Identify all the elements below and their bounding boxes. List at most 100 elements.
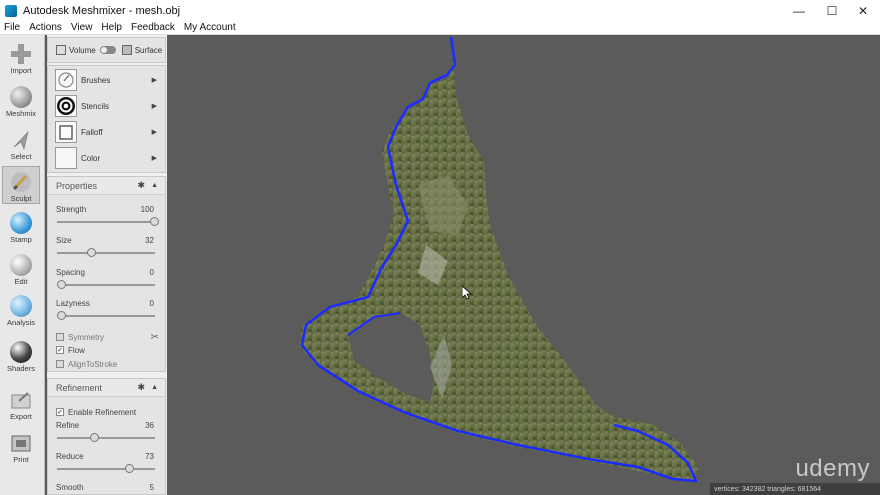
lazyness-slider[interactable]: Lazyness 0 bbox=[48, 299, 165, 329]
symmetry-row[interactable]: Symmetry ✂ bbox=[56, 331, 159, 343]
falloff-row[interactable]: Falloff ▶ bbox=[48, 119, 165, 145]
tool-label: Edit bbox=[14, 277, 28, 286]
flow-row[interactable]: ✓ Flow bbox=[56, 344, 85, 356]
mesh-render[interactable] bbox=[168, 35, 880, 495]
check-label: Flow bbox=[68, 345, 85, 355]
tool-label: Meshmix bbox=[5, 109, 36, 118]
tool-print[interactable]: Print bbox=[2, 428, 40, 466]
chevron-right-icon: ▶ bbox=[151, 155, 157, 162]
tool-import[interactable]: Import bbox=[2, 39, 40, 77]
slider-track[interactable] bbox=[57, 221, 155, 223]
rock-mesh[interactable] bbox=[300, 37, 698, 481]
surface-label: Surface bbox=[134, 45, 163, 55]
slider-value[interactable]: 5 bbox=[150, 483, 154, 492]
volume-surface-toggle[interactable] bbox=[99, 46, 116, 54]
slider-track[interactable] bbox=[57, 284, 155, 286]
tool-shaders[interactable]: Shaders bbox=[2, 337, 40, 375]
enable-refinement-row[interactable]: ✓ Enable Refinement bbox=[56, 406, 136, 418]
slider-value[interactable]: 0 bbox=[150, 299, 154, 308]
title-bar: Autodesk Meshmixer - mesh.obj bbox=[0, 0, 880, 21]
menu-view[interactable]: View bbox=[67, 22, 98, 33]
collapse-caret-icon[interactable]: ▲ bbox=[151, 384, 158, 391]
tool-label: Analysis bbox=[7, 318, 35, 327]
print-icon bbox=[11, 435, 31, 452]
color-swatch-icon bbox=[55, 147, 77, 169]
slider-knob[interactable] bbox=[57, 280, 66, 289]
minimize-window-button[interactable]: — bbox=[782, 0, 816, 21]
tool-stamp[interactable]: Stamp bbox=[2, 208, 40, 246]
color-row[interactable]: Color ▶ bbox=[48, 145, 165, 171]
menu-help[interactable]: Help bbox=[97, 22, 127, 33]
brushes-row[interactable]: Brushes ▶ bbox=[48, 67, 165, 93]
volume-surface-toggle-row: Volume Surface bbox=[47, 37, 166, 63]
slider-label: Spacing bbox=[56, 268, 85, 277]
shaders-sphere-icon bbox=[10, 341, 32, 363]
tool-meshmix[interactable]: Meshmix bbox=[2, 82, 40, 120]
gear-icon[interactable]: ✱ bbox=[138, 382, 146, 393]
properties-section: Properties ✱ ▲ Strength 100 Size 32 Spac… bbox=[47, 176, 166, 372]
collapse-caret-icon[interactable]: ▲ bbox=[151, 182, 158, 189]
tool-sculpt[interactable]: Sculpt bbox=[2, 166, 40, 204]
menu-file[interactable]: File bbox=[0, 22, 25, 33]
properties-title: Properties bbox=[56, 180, 98, 191]
align-to-stroke-checkbox[interactable] bbox=[56, 360, 64, 368]
stencils-row[interactable]: Stencils ▶ bbox=[48, 93, 165, 119]
tool-analysis[interactable]: Analysis bbox=[2, 291, 40, 329]
slider-label: Refine bbox=[56, 421, 80, 430]
align-to-stroke-row[interactable]: AlignToStroke bbox=[56, 358, 117, 370]
stencils-label: Stencils bbox=[81, 101, 110, 111]
slider-track[interactable] bbox=[57, 252, 155, 254]
slider-knob[interactable] bbox=[90, 433, 100, 442]
slider-knob[interactable] bbox=[57, 311, 66, 320]
slider-value[interactable]: 36 bbox=[145, 421, 154, 430]
reduce-slider[interactable]: Reduce 73 bbox=[48, 452, 165, 482]
menu-feedback[interactable]: Feedback bbox=[127, 22, 180, 33]
volume-cube-icon bbox=[56, 45, 66, 55]
properties-header[interactable]: Properties ✱ ▲ bbox=[48, 177, 165, 195]
spacing-slider[interactable]: Spacing 0 bbox=[48, 268, 165, 298]
3d-viewport[interactable]: udemy vertices: 342382 triangles: 681564 bbox=[168, 35, 880, 495]
tool-edit[interactable]: Edit bbox=[2, 250, 40, 288]
close-window-button[interactable]: ✕ bbox=[846, 0, 880, 21]
menu-my-account[interactable]: My Account bbox=[180, 22, 241, 33]
slider-knob[interactable] bbox=[150, 217, 159, 226]
strength-slider[interactable]: Strength 100 bbox=[48, 205, 165, 235]
slider-value[interactable]: 100 bbox=[141, 205, 154, 214]
slider-knob[interactable] bbox=[124, 464, 134, 473]
export-folder-icon bbox=[11, 392, 31, 409]
slider-track[interactable] bbox=[57, 315, 155, 317]
slider-label: Smooth bbox=[56, 483, 84, 492]
stamp-icon bbox=[10, 212, 32, 234]
analysis-sphere-icon bbox=[10, 295, 32, 317]
slider-label: Strength bbox=[56, 205, 87, 214]
maximize-window-button[interactable]: ☐ bbox=[815, 0, 849, 21]
slider-knob[interactable] bbox=[86, 248, 96, 257]
stencil-spiral-icon bbox=[55, 95, 77, 117]
plus-icon bbox=[11, 44, 31, 64]
symmetry-checkbox[interactable] bbox=[56, 333, 64, 341]
gear-icon[interactable]: ✱ bbox=[138, 180, 146, 191]
tool-label: Shaders bbox=[7, 364, 35, 373]
enable-refinement-checkbox[interactable]: ✓ bbox=[56, 408, 64, 416]
flow-checkbox[interactable]: ✓ bbox=[56, 346, 64, 354]
slider-value[interactable]: 0 bbox=[150, 268, 154, 277]
refine-slider[interactable]: Refine 36 bbox=[48, 421, 165, 451]
select-arrow-icon bbox=[13, 130, 29, 150]
refinement-title: Refinement bbox=[56, 382, 103, 393]
size-slider[interactable]: Size 32 bbox=[48, 236, 165, 266]
slider-value[interactable]: 73 bbox=[145, 452, 154, 461]
slider-track[interactable] bbox=[57, 437, 155, 439]
menu-actions[interactable]: Actions bbox=[25, 22, 67, 33]
tool-select[interactable]: Select bbox=[2, 125, 40, 163]
slider-track[interactable] bbox=[57, 468, 155, 470]
smooth-slider[interactable]: Smooth 5 bbox=[48, 483, 165, 495]
mesh-stats: vertices: 342382 triangles: 681564 bbox=[710, 483, 880, 495]
slider-value[interactable]: 32 bbox=[145, 236, 154, 245]
refinement-header[interactable]: Refinement ✱ ▲ bbox=[48, 379, 165, 397]
brush-options: Brushes ▶ Stencils ▶ Falloff ▶ Color ▶ bbox=[47, 65, 166, 173]
app-logo-icon bbox=[5, 4, 17, 17]
tool-export[interactable]: Export bbox=[2, 385, 40, 423]
symmetry-tools-icon[interactable]: ✂ bbox=[151, 332, 159, 343]
tool-label: Select bbox=[10, 152, 32, 161]
check-label: AlignToStroke bbox=[68, 359, 118, 369]
